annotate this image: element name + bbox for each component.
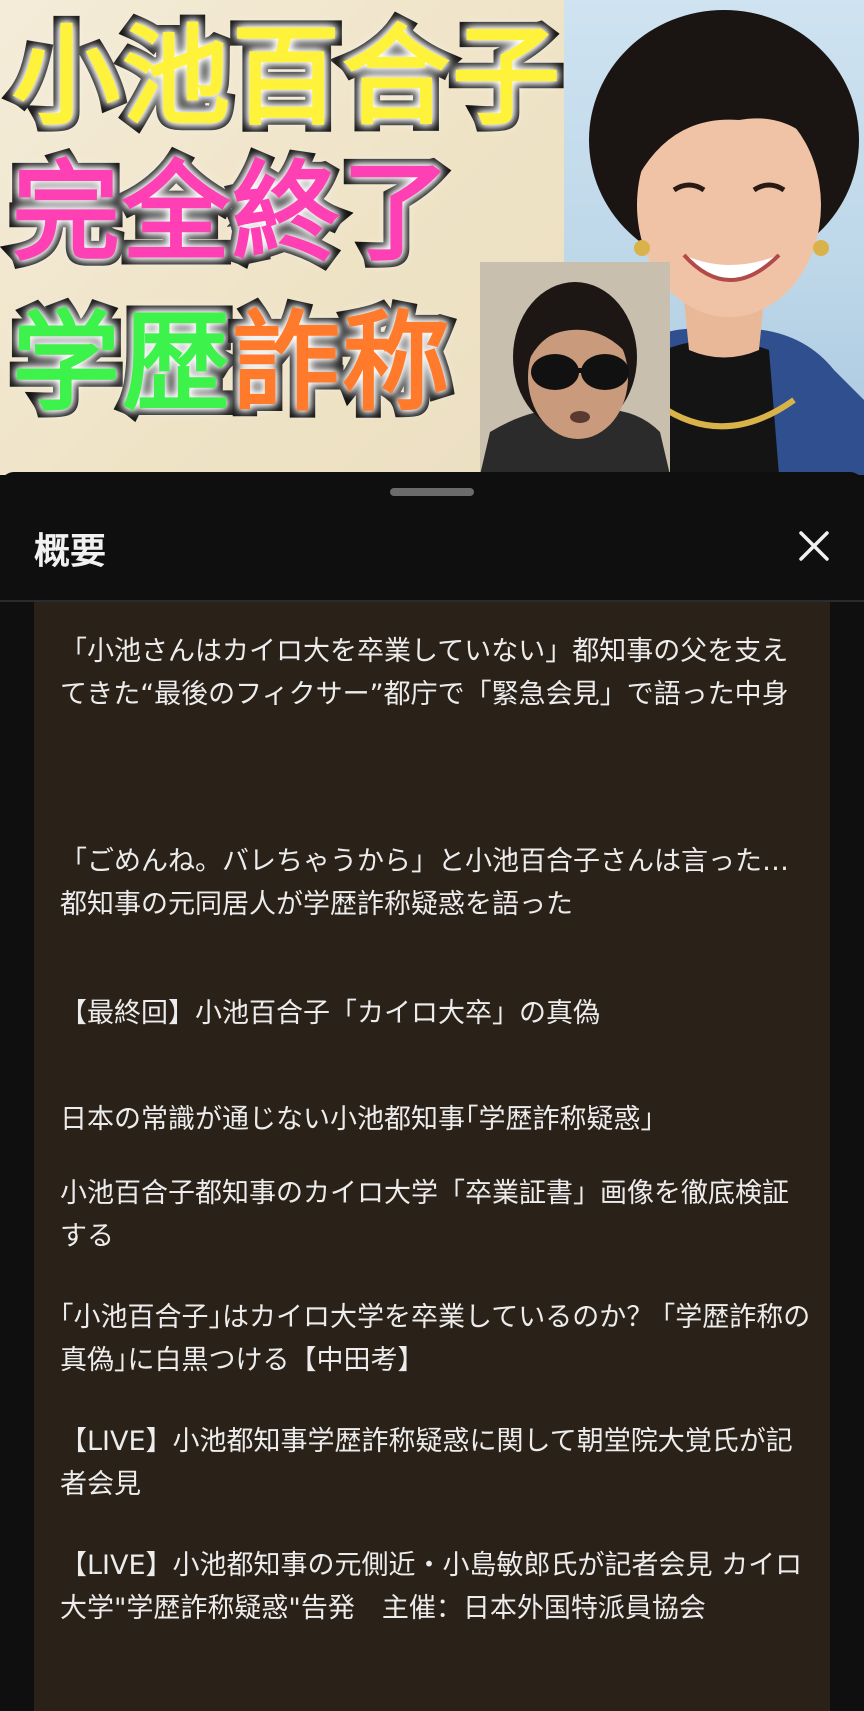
sheet-title: 概要: [34, 531, 107, 572]
thumbnail-title-line-2: 完全終了: [5, 151, 457, 276]
man-portrait-image: [480, 262, 670, 475]
close-button[interactable]: [792, 524, 836, 568]
description-sheet: 概要 「小池さんはカイロ大を卒業していない」都知事の父を支えてきた“最後のフィク…: [0, 472, 864, 1711]
close-icon: [799, 531, 829, 561]
description-item: 日本の常識が通じない小池都知事｢学歴詐称疑惑｣: [60, 1104, 654, 1135]
thumbnail-title-part-green: 学歴: [5, 301, 237, 426]
description-panel: 「小池さんはカイロ大を卒業していない」都知事の父を支えてきた“最後のフィクサー”…: [34, 602, 830, 1711]
description-item: 「小池さんはカイロ大を卒業していない」都知事の父を支えてきた“最後のフィクサー”…: [60, 636, 789, 710]
drag-handle[interactable]: [390, 488, 474, 496]
description-item: 「ごめんね。バレちゃうから」と小池百合子さんは言った…都知事の元同居人が学歴詐称…: [60, 846, 789, 920]
description-item: ｢小池百合子｣はカイロ大学を卒業しているのか？ ｢学歴詐称の真偽｣に白黒つける【…: [60, 1302, 811, 1376]
description-item: 【LIVE】小池都知事の元側近・小島敏郎氏が記者会見 カイロ大学"学歴詐称疑惑"…: [60, 1550, 803, 1624]
thumbnail-title-line-1: 小池百合子: [5, 15, 567, 140]
description-item: 【LIVE】小池都知事学歴詐称疑惑に関して朝堂院大覚氏が記者会見: [60, 1426, 793, 1500]
thumbnail-title-part-orange: 詐称: [225, 301, 457, 426]
thumbnail-title-line-3: 学歴詐称: [5, 303, 457, 425]
description-item: 小池百合子都知事のカイロ大学「卒業証書」画像を徹底検証する: [60, 1178, 789, 1252]
description-item: 【最終回】小池百合子「カイロ大卒」の真偽: [60, 998, 600, 1029]
video-thumbnail[interactable]: 小池百合子 完全終了 学歴詐称: [0, 0, 864, 475]
